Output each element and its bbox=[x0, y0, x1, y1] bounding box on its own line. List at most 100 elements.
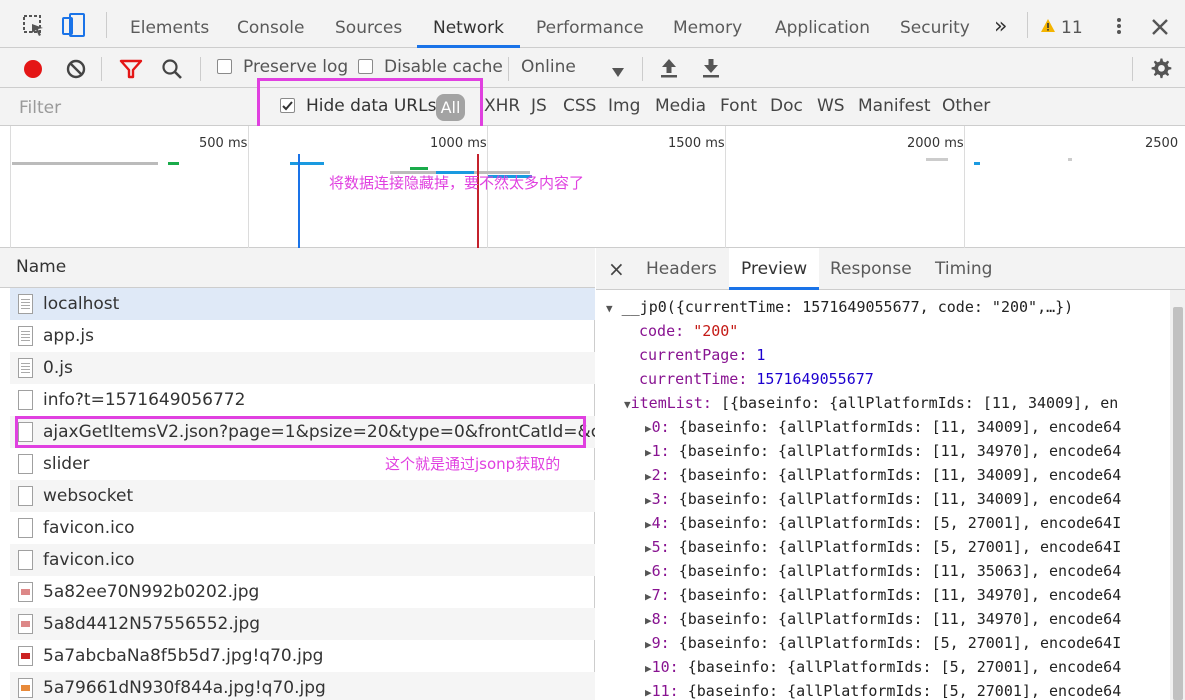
request-row[interactable]: info?t=1571649056772 bbox=[10, 384, 595, 416]
tab-performance[interactable]: Performance bbox=[536, 0, 644, 48]
request-row[interactable]: favicon.ico bbox=[10, 544, 595, 576]
request-row[interactable]: 5a7abcbaNa8f5b5d7.jpg!q70.jpg bbox=[10, 640, 595, 672]
request-list-header[interactable]: Name bbox=[0, 248, 595, 288]
filter-type-doc[interactable]: Doc bbox=[770, 96, 803, 116]
inspect-element-icon[interactable] bbox=[22, 14, 46, 42]
disable-cache-checkbox[interactable] bbox=[358, 59, 373, 74]
request-row[interactable]: 5a8d4412N57556552.jpg bbox=[10, 608, 595, 640]
tab-timing[interactable]: Timing bbox=[935, 248, 992, 290]
json-value: {baseinfo: {allPlatformIds: [5, 27001], … bbox=[678, 538, 1122, 556]
request-row[interactable]: websocket bbox=[10, 480, 595, 512]
gear-icon[interactable] bbox=[1149, 57, 1172, 84]
filter-type-css[interactable]: CSS bbox=[563, 96, 596, 116]
json-key: itemList: bbox=[630, 394, 712, 412]
grid-line bbox=[964, 126, 965, 248]
devtools-tab-bar: Elements Console Sources Network Perform… bbox=[0, 0, 1185, 48]
throttle-select[interactable]: Online bbox=[521, 57, 576, 77]
preview-scrollbar-thumb[interactable] bbox=[1173, 307, 1183, 700]
tab-headers[interactable]: Headers bbox=[646, 248, 717, 290]
column-name-header[interactable]: Name bbox=[16, 257, 66, 277]
request-list-pane: Name localhost app.js 0.js info?t=157164… bbox=[0, 248, 595, 700]
filter-type-ws[interactable]: WS bbox=[817, 96, 845, 116]
json-item-node[interactable]: ▶7: {baseinfo: {allPlatformIds: [11, 349… bbox=[645, 583, 1121, 607]
filter-bar: Filter Hide data URLs All XHR JS CSS Img… bbox=[0, 88, 1185, 126]
filter-type-xhr[interactable]: XHR bbox=[484, 96, 520, 116]
request-row[interactable]: localhost bbox=[10, 288, 595, 320]
warning-count[interactable]: 11 bbox=[1061, 0, 1083, 48]
annotation-jsonp-note: 这个就是通过jsonp获取的 bbox=[385, 453, 561, 474]
json-item-node[interactable]: ▶2: {baseinfo: {allPlatformIds: [11, 340… bbox=[645, 463, 1121, 487]
filter-input[interactable]: Filter bbox=[19, 98, 61, 118]
kebab-menu-icon[interactable] bbox=[1116, 17, 1122, 39]
script-icon bbox=[18, 358, 33, 378]
filter-type-media[interactable]: Media bbox=[655, 96, 706, 116]
json-key: 10: bbox=[651, 658, 679, 676]
timeline-bar bbox=[168, 162, 179, 165]
request-row[interactable]: 5a79661dN930f844a.jpg!q70.jpg bbox=[10, 672, 595, 700]
tab-sources[interactable]: Sources bbox=[335, 0, 402, 48]
request-name: 5a82ee70N992b0202.jpg bbox=[43, 582, 260, 602]
json-key: 5: bbox=[651, 538, 670, 556]
request-row[interactable]: app.js bbox=[10, 320, 595, 352]
tab-memory[interactable]: Memory bbox=[673, 0, 742, 48]
json-key: currentTime: bbox=[639, 370, 748, 388]
filter-type-manifest[interactable]: Manifest bbox=[858, 96, 931, 116]
json-value: {baseinfo: {allPlatformIds: [11, 34009],… bbox=[678, 466, 1122, 484]
json-value: {baseinfo: {allPlatformIds: [11, 34009],… bbox=[678, 490, 1122, 508]
network-overview-timeline[interactable]: 500 ms 1000 ms 1500 ms 2000 ms 2500 将数据连… bbox=[0, 126, 1185, 248]
json-item-node[interactable]: ▶0: {baseinfo: {allPlatformIds: [11, 340… bbox=[645, 415, 1121, 439]
json-item-node[interactable]: ▶11: {baseinfo: {allPlatformIds: [5, 270… bbox=[645, 679, 1121, 700]
close-devtools-icon[interactable] bbox=[1151, 18, 1169, 40]
filter-type-font[interactable]: Font bbox=[720, 96, 757, 116]
tab-security[interactable]: Security bbox=[900, 0, 970, 48]
tab-network[interactable]: Network bbox=[417, 0, 520, 48]
tab-application[interactable]: Application bbox=[775, 0, 870, 48]
json-item-node[interactable]: ▶9: {baseinfo: {allPlatformIds: [5, 2700… bbox=[645, 631, 1121, 655]
request-name: favicon.ico bbox=[43, 550, 135, 570]
device-toolbar-icon[interactable] bbox=[60, 12, 86, 42]
json-item-node[interactable]: ▶10: {baseinfo: {allPlatformIds: [5, 270… bbox=[645, 655, 1121, 679]
filter-icon[interactable] bbox=[119, 58, 143, 84]
json-item-node[interactable]: ▶5: {baseinfo: {allPlatformIds: [5, 2700… bbox=[645, 535, 1121, 559]
import-har-icon[interactable] bbox=[659, 57, 679, 83]
chevron-down-icon[interactable] bbox=[612, 63, 624, 82]
warning-icon[interactable] bbox=[1040, 18, 1056, 37]
request-row[interactable]: 0.js bbox=[10, 352, 595, 384]
image-thumbnail-icon bbox=[18, 646, 33, 666]
tab-elements[interactable]: Elements bbox=[130, 0, 209, 48]
json-item-node[interactable]: ▶8: {baseinfo: {allPlatformIds: [11, 349… bbox=[645, 607, 1121, 631]
timeline-tick-1000: 1000 ms bbox=[430, 136, 487, 151]
tab-console[interactable]: Console bbox=[237, 0, 305, 48]
more-tabs-button[interactable]: » bbox=[994, 0, 1007, 48]
json-item-node[interactable]: ▶6: {baseinfo: {allPlatformIds: [11, 350… bbox=[645, 559, 1121, 583]
tab-response[interactable]: Response bbox=[830, 248, 912, 290]
filter-type-js[interactable]: JS bbox=[531, 96, 547, 116]
file-icon bbox=[18, 390, 33, 410]
clear-icon[interactable] bbox=[65, 58, 87, 84]
json-item-node[interactable]: ▶1: {baseinfo: {allPlatformIds: [11, 349… bbox=[645, 439, 1121, 463]
tab-preview[interactable]: Preview bbox=[729, 248, 820, 290]
collapsed-triangle-icon: ▶ bbox=[645, 686, 652, 699]
request-row[interactable]: 5a82ee70N992b0202.jpg bbox=[10, 576, 595, 608]
json-property-item-list[interactable]: ▼itemList: [{baseinfo: {allPlatformIds: … bbox=[624, 391, 1118, 415]
preserve-log-label[interactable]: Preserve log bbox=[243, 57, 348, 77]
json-key: code: bbox=[639, 322, 685, 340]
search-icon[interactable] bbox=[161, 58, 183, 84]
divider bbox=[1027, 12, 1028, 38]
preserve-log-checkbox[interactable] bbox=[217, 59, 232, 74]
close-detail-button[interactable]: × bbox=[608, 248, 625, 290]
disable-cache-label[interactable]: Disable cache bbox=[384, 57, 503, 77]
json-value: {baseinfo: {allPlatformIds: [11, 34970],… bbox=[678, 586, 1122, 604]
json-item-node[interactable]: ▶3: {baseinfo: {allPlatformIds: [11, 340… bbox=[645, 487, 1121, 511]
json-key: 1: bbox=[651, 442, 670, 460]
timeline-bar bbox=[410, 167, 428, 170]
document-icon bbox=[18, 294, 33, 314]
json-item-node[interactable]: ▶4: {baseinfo: {allPlatformIds: [5, 2700… bbox=[645, 511, 1121, 535]
record-icon[interactable] bbox=[22, 58, 44, 84]
grid-line bbox=[248, 126, 249, 248]
json-root-node[interactable]: ▼ __jp0({currentTime: 1571649055677, cod… bbox=[606, 295, 1073, 319]
request-row[interactable]: favicon.ico bbox=[10, 512, 595, 544]
export-har-icon[interactable] bbox=[701, 57, 721, 83]
filter-type-img[interactable]: Img bbox=[608, 96, 640, 116]
filter-type-other[interactable]: Other bbox=[942, 96, 990, 116]
